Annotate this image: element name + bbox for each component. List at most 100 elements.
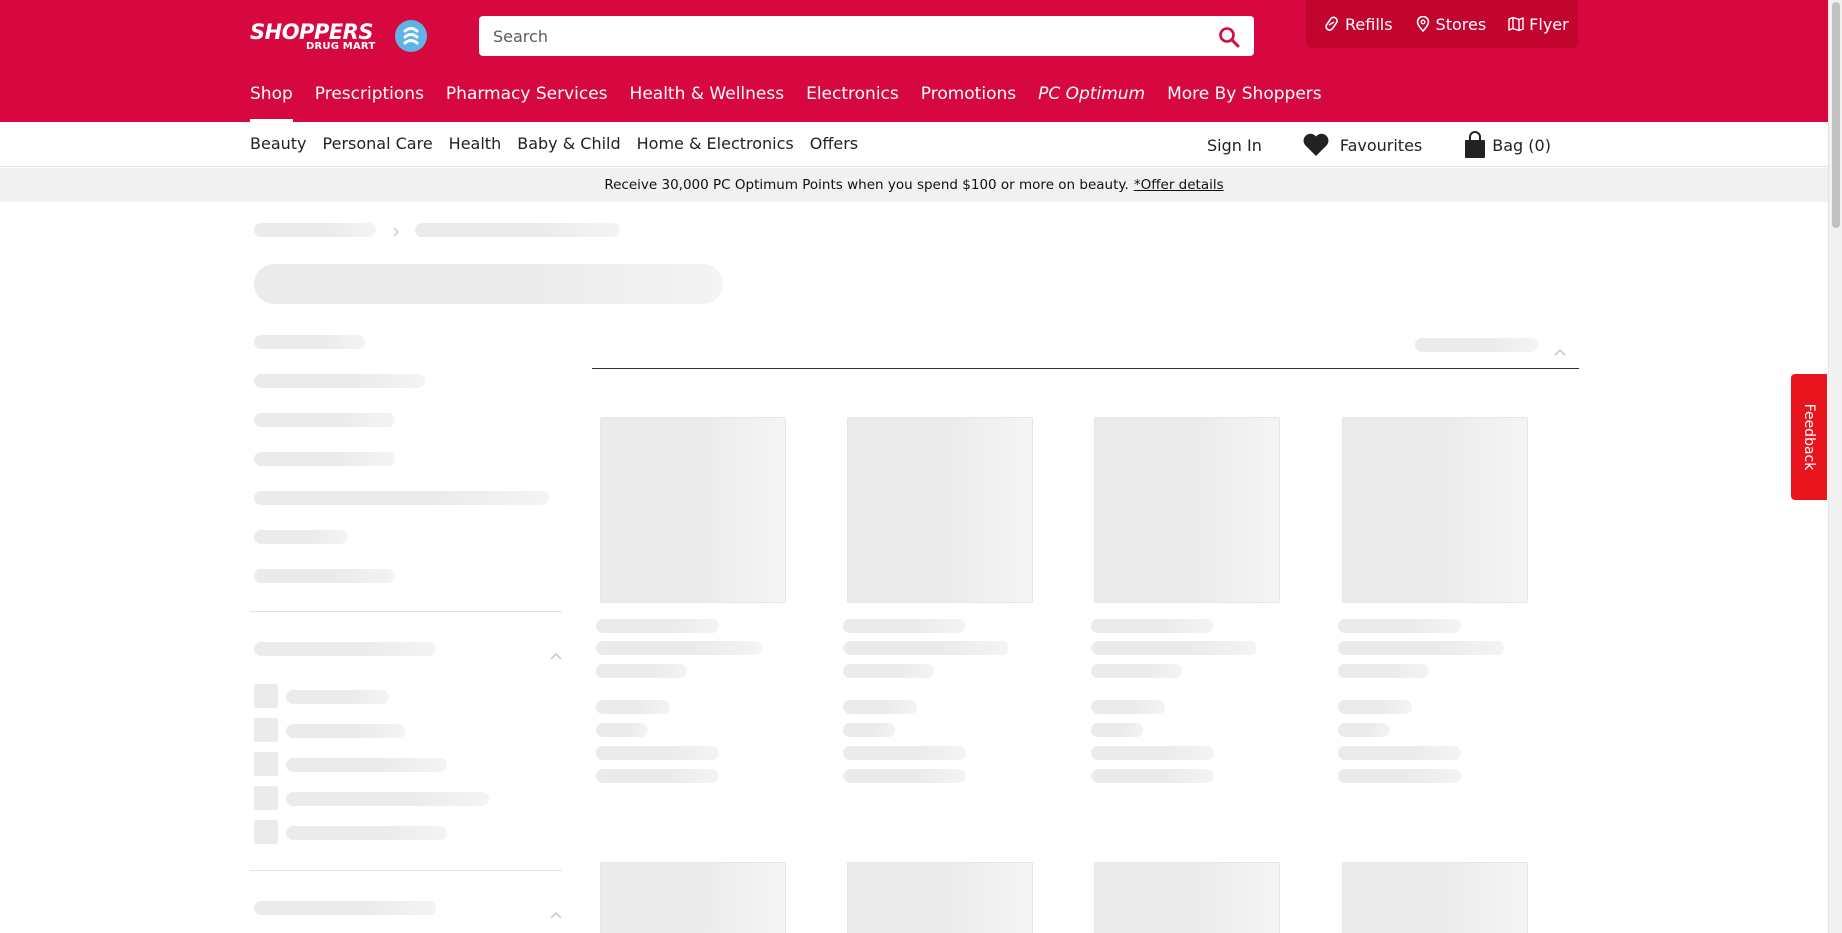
favourites-link[interactable]: Favourites	[1302, 133, 1422, 157]
results-divider	[592, 368, 1579, 369]
product-text-skeleton	[1091, 641, 1257, 655]
sign-in-link[interactable]: Sign In	[1207, 136, 1262, 155]
feedback-label: Feedback	[1801, 403, 1817, 471]
category-home-electronics[interactable]: Home & Electronics	[637, 134, 794, 153]
chevron-up-icon[interactable]	[1554, 341, 1566, 356]
product-image-skeleton	[847, 417, 1033, 603]
product-text-skeleton	[1091, 700, 1165, 714]
logo-badge-icon	[395, 20, 427, 52]
filter-link-skeleton	[254, 335, 365, 349]
nav-shop[interactable]: Shop	[250, 84, 293, 122]
page: SHOPPERS DRUG MART Refills Stores	[0, 0, 1842, 933]
account-links: Sign In Favourites Bag (0)	[1207, 131, 1551, 159]
filter-link-skeleton	[254, 452, 395, 466]
flyer-label: Flyer	[1529, 14, 1569, 34]
heart-icon	[1303, 133, 1329, 156]
search-bar	[479, 16, 1254, 56]
nav-more-by-shoppers[interactable]: More By Shoppers	[1167, 84, 1322, 122]
category-baby-child[interactable]: Baby & Child	[517, 134, 620, 153]
nav-health-wellness[interactable]: Health & Wellness	[630, 84, 785, 122]
refills-link[interactable]: Refills	[1324, 15, 1393, 34]
product-text-skeleton	[1338, 664, 1429, 678]
location-pin-icon	[1416, 16, 1429, 32]
flyer-link[interactable]: Flyer	[1508, 15, 1569, 34]
breadcrumb-skeleton	[415, 223, 620, 237]
product-text-skeleton	[1338, 619, 1461, 633]
product-text-skeleton	[1338, 723, 1390, 737]
favourites-label: Favourites	[1339, 135, 1423, 155]
product-text-skeleton	[596, 723, 648, 737]
product-image-skeleton	[847, 862, 1033, 933]
product-text-skeleton	[843, 769, 966, 783]
filter-option-skeleton	[286, 758, 447, 772]
pill-icon	[1325, 16, 1338, 31]
nav-pharmacy-services[interactable]: Pharmacy Services	[446, 84, 608, 122]
product-text-skeleton	[596, 700, 670, 714]
filter-option-skeleton	[286, 690, 389, 704]
nav-electronics[interactable]: Electronics	[806, 84, 899, 122]
feedback-tab[interactable]: Feedback	[1791, 374, 1827, 500]
stores-link[interactable]: Stores	[1415, 14, 1487, 34]
category-subnav: Beauty Personal Care Health Baby & Child…	[0, 122, 1828, 167]
stores-label: Stores	[1435, 14, 1487, 34]
shoppers-logo[interactable]: SHOPPERS DRUG MART	[250, 18, 430, 54]
filter-option-skeleton	[286, 792, 489, 806]
product-text-skeleton	[1338, 641, 1504, 655]
product-text-skeleton	[596, 746, 719, 760]
search-input[interactable]	[493, 24, 1193, 48]
promo-banner: Receive 30,000 PC Optimum Points when yo…	[0, 168, 1828, 202]
product-text-skeleton	[1338, 700, 1412, 714]
product-text-skeleton	[596, 664, 687, 678]
map-icon	[1508, 16, 1524, 32]
nav-pc-optimum[interactable]: PC Optimum	[1038, 84, 1145, 122]
product-text-skeleton	[843, 619, 966, 633]
filter-link-skeleton	[254, 491, 549, 505]
main-nav: Shop Prescriptions Pharmacy Services Hea…	[250, 84, 1322, 122]
product-text-skeleton	[1091, 723, 1143, 737]
category-links: Beauty Personal Care Health Baby & Child…	[250, 134, 858, 153]
product-image-skeleton	[1342, 862, 1528, 933]
product-text-skeleton	[1091, 769, 1214, 783]
product-text-skeleton	[596, 619, 719, 633]
category-offers[interactable]: Offers	[810, 134, 858, 153]
category-personal-care[interactable]: Personal Care	[323, 134, 433, 153]
category-health[interactable]: Health	[449, 134, 502, 153]
filter-divider	[250, 870, 562, 871]
checkbox-skeleton	[254, 752, 278, 776]
product-text-skeleton	[596, 641, 762, 655]
product-image-skeleton	[600, 862, 786, 933]
product-text-skeleton	[843, 641, 1009, 655]
nav-promotions[interactable]: Promotions	[921, 84, 1016, 122]
promo-text: Receive 30,000 PC Optimum Points when yo…	[604, 177, 1129, 193]
filter-link-skeleton	[254, 374, 425, 388]
filter-link-skeleton	[254, 530, 348, 544]
category-beauty[interactable]: Beauty	[250, 134, 307, 153]
checkbox-skeleton	[254, 786, 278, 810]
product-text-skeleton	[1091, 619, 1214, 633]
search-icon[interactable]	[1218, 26, 1240, 48]
breadcrumb-chevron-icon	[392, 223, 400, 237]
checkbox-skeleton	[254, 684, 278, 708]
chevron-up-icon[interactable]	[550, 904, 562, 919]
scrollbar-thumb[interactable]	[1832, 2, 1840, 228]
bag-link[interactable]: Bag (0)	[1464, 131, 1551, 159]
product-text-skeleton	[843, 723, 895, 737]
bag-label: Bag (0)	[1492, 135, 1551, 155]
nav-prescriptions[interactable]: Prescriptions	[315, 84, 424, 122]
checkbox-skeleton	[254, 820, 278, 844]
product-image-skeleton	[600, 417, 786, 603]
breadcrumb-skeleton	[254, 223, 376, 237]
page-scrollbar[interactable]	[1828, 0, 1842, 933]
utility-bar: Refills Stores Flyer	[1306, 0, 1578, 48]
sort-skeleton	[1415, 338, 1538, 352]
product-text-skeleton	[1338, 769, 1461, 783]
filter-option-skeleton	[286, 724, 405, 738]
product-image-skeleton	[1094, 417, 1280, 603]
offer-details-link[interactable]: *Offer details	[1134, 177, 1224, 193]
product-text-skeleton	[843, 700, 917, 714]
filter-divider	[250, 611, 562, 612]
product-text-skeleton	[843, 746, 966, 760]
site-header: SHOPPERS DRUG MART Refills Stores	[0, 0, 1828, 122]
chevron-up-icon[interactable]	[550, 645, 562, 660]
filter-heading-skeleton	[254, 901, 436, 915]
